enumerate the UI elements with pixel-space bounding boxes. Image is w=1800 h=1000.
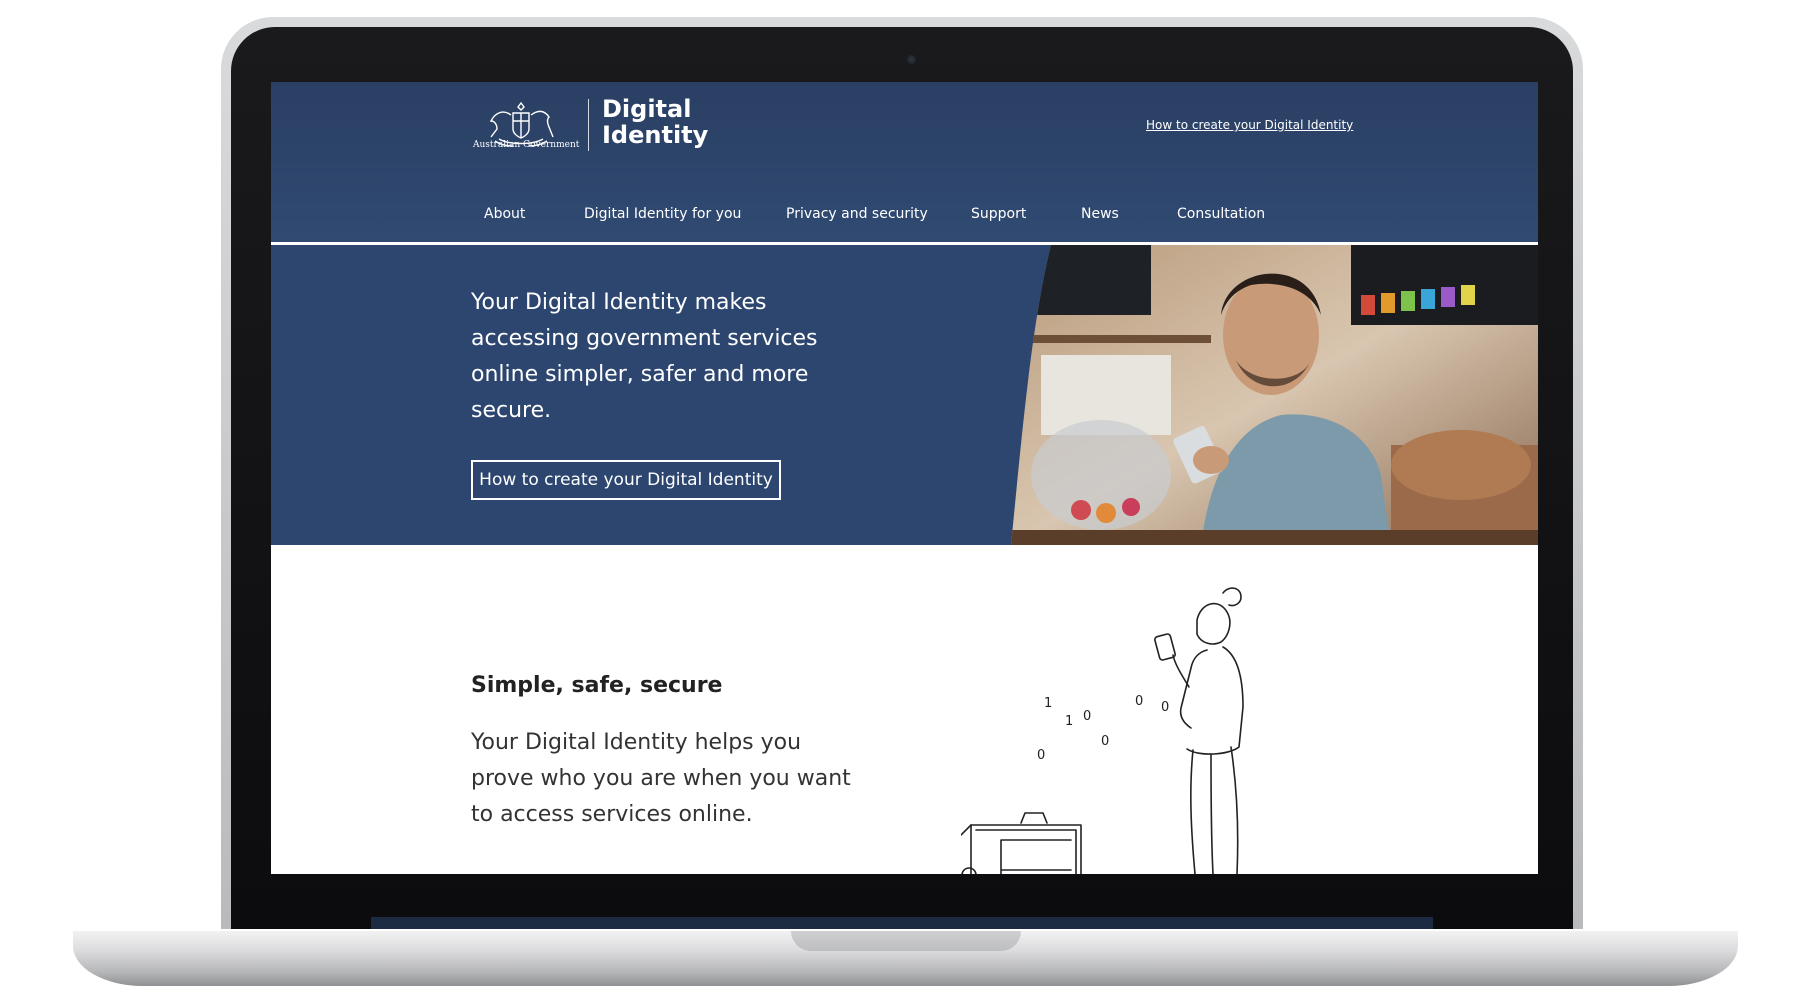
brand-line-2: Identity [602, 121, 709, 149]
trackpad-notch [791, 931, 1021, 951]
nav-item-privacy-and-security[interactable]: Privacy and security [786, 206, 928, 222]
government-name: Australian Government [473, 140, 580, 150]
nav-item-support[interactable]: Support [971, 206, 1026, 222]
how-to-create-link[interactable]: How to create your Digital Identity [1146, 118, 1353, 132]
laptop-base [73, 931, 1738, 986]
nav-item-digital-identity-for-you[interactable]: Digital Identity for you [584, 206, 741, 222]
person-with-phone-illustration: 1 1 0 0 0 0 0 [961, 587, 1244, 874]
svg-text:0: 0 [1135, 694, 1143, 709]
svg-text:0: 0 [1101, 734, 1109, 749]
brand-divider [588, 99, 589, 151]
brand-line-1: Digital [602, 95, 692, 123]
site-logo[interactable]: Digital Identity [602, 96, 722, 148]
hero-cta-button[interactable]: How to create your Digital Identity [471, 460, 781, 500]
camera-icon [906, 54, 917, 65]
svg-text:0: 0 [1161, 700, 1169, 715]
nav-item-consultation[interactable]: Consultation [1177, 206, 1265, 222]
bezel-bottom [371, 917, 1433, 929]
intro-section: Simple, safe, secure Your Digital Identi… [271, 545, 1538, 874]
svg-text:1: 1 [1044, 696, 1052, 711]
main-nav: About Digital Identity for you Privacy a… [271, 206, 1538, 236]
svg-text:1: 1 [1065, 714, 1073, 729]
section-text: Your Digital Identity helps you prove wh… [471, 730, 851, 827]
hero-banner: Your Digital Identity makes accessing go… [271, 245, 1538, 545]
hero-text: Your Digital Identity makes accessing go… [471, 290, 818, 423]
browser-viewport: Australian Government Digital Identity H… [271, 82, 1538, 874]
nav-item-news[interactable]: News [1081, 206, 1119, 222]
site-header: Australian Government Digital Identity H… [271, 82, 1538, 242]
section-heading: Simple, safe, secure [471, 673, 723, 698]
hero-photo [1011, 245, 1538, 545]
nav-item-about[interactable]: About [484, 206, 525, 222]
svg-text:0: 0 [1037, 748, 1045, 763]
svg-text:0: 0 [1083, 709, 1091, 724]
